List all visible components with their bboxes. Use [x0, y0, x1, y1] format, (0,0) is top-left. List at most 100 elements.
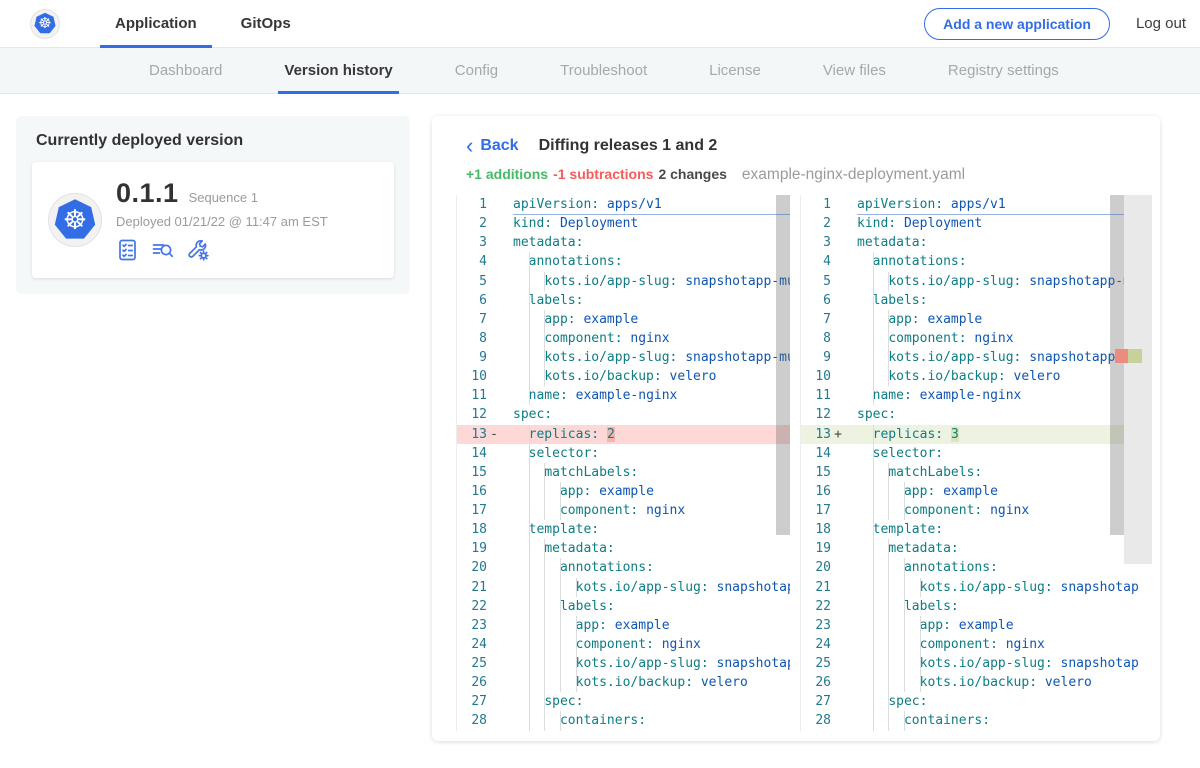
logout-button[interactable]: Log out — [1136, 15, 1186, 32]
code-line: 15 matchLabels: — [801, 463, 1152, 482]
add-application-button[interactable]: Add a new application — [924, 8, 1110, 40]
code-line: 24 component: nginx — [801, 635, 1152, 654]
code-text: metadata: — [501, 539, 790, 558]
diff-pane-left[interactable]: 1apiVersion: apps/v12kind: Deployment3me… — [456, 195, 790, 731]
diff-sign: - — [487, 425, 501, 444]
line-number: 25 — [457, 654, 487, 673]
diff-sign — [487, 501, 501, 520]
code-text: kots.io/backup: velero — [845, 673, 1152, 692]
tab-dashboard[interactable]: Dashboard — [143, 48, 228, 94]
line-number: 13 — [801, 425, 831, 444]
ruler-addition-mark — [1128, 349, 1142, 363]
code-line: 14 selector: — [457, 444, 790, 463]
diff-sign — [487, 578, 501, 597]
code-line: 25 kots.io/app-slug: snapshotap — [801, 654, 1152, 673]
preflight-checklist-icon[interactable] — [116, 238, 140, 262]
line-number: 5 — [457, 272, 487, 291]
configure-wrench-icon[interactable] — [186, 238, 210, 262]
diff-panes: 1apiVersion: apps/v12kind: Deployment3me… — [456, 195, 1152, 731]
diff-sign — [831, 558, 845, 577]
code-text: kots.io/app-slug: snapshotap — [501, 654, 790, 673]
diff-sign — [831, 616, 845, 635]
line-number: 2 — [457, 214, 487, 233]
code-text: annotations: — [845, 252, 1152, 271]
kubernetes-logo[interactable]: ☸ — [30, 9, 60, 39]
tab-license[interactable]: License — [703, 48, 767, 94]
diff-sign — [487, 616, 501, 635]
code-line: 4 annotations: — [457, 252, 790, 271]
code-text: selector: — [501, 444, 790, 463]
diff-sign — [831, 463, 845, 482]
code-text: kots.io/app-slug: snapshotap — [501, 578, 790, 597]
line-number: 1 — [801, 195, 831, 214]
tab-view-files[interactable]: View files — [817, 48, 892, 94]
tab-gitops[interactable]: GitOps — [226, 0, 306, 48]
diff-filename: example-nginx-deployment.yaml — [742, 166, 965, 184]
tab-troubleshoot[interactable]: Troubleshoot — [554, 48, 653, 94]
diff-sign — [487, 214, 501, 233]
code-text: app: example — [501, 310, 790, 329]
version-actions — [116, 238, 328, 262]
diff-sign — [487, 482, 501, 501]
diff-sign — [487, 195, 501, 214]
line-number: 3 — [801, 233, 831, 252]
line-number: 8 — [457, 329, 487, 348]
tab-config[interactable]: Config — [449, 48, 504, 94]
diff-sign — [487, 635, 501, 654]
deploy-logs-icon[interactable] — [150, 238, 176, 262]
line-number: 6 — [457, 291, 487, 310]
code-text: name: example-nginx — [845, 386, 1152, 405]
diff-card: ‹ Back Diffing releases 1 and 2 +1 addit… — [432, 116, 1160, 741]
code-line: 6 labels: — [457, 291, 790, 310]
line-number: 24 — [801, 635, 831, 654]
code-line: 15 matchLabels: — [457, 463, 790, 482]
code-text: spec: — [845, 405, 1152, 424]
code-text: metadata: — [845, 539, 1152, 558]
back-button[interactable]: ‹ Back — [466, 137, 519, 155]
scrollbar-thumb[interactable] — [776, 195, 790, 535]
code-line: 7 app: example — [801, 310, 1152, 329]
code-line: 8 component: nginx — [801, 329, 1152, 348]
code-line: 25 kots.io/app-slug: snapshotap — [457, 654, 790, 673]
code-line: 9 kots.io/app-slug: snapshotapp-mu — [801, 348, 1152, 367]
scrollbar-thumb[interactable] — [1110, 195, 1124, 535]
deployed-timestamp: Deployed 01/21/22 @ 11:47 am EST — [116, 214, 328, 229]
diff-sign — [831, 252, 845, 271]
diff-pane-right[interactable]: 1apiVersion: apps/v12kind: Deployment3me… — [800, 195, 1152, 731]
diff-sign — [831, 635, 845, 654]
line-number: 16 — [457, 482, 487, 501]
code-line: 26 kots.io/backup: velero — [801, 673, 1152, 692]
line-number: 10 — [801, 367, 831, 386]
top-navbar: ☸ Application GitOps Add a new applicati… — [0, 0, 1200, 48]
tab-application[interactable]: Application — [100, 0, 212, 48]
code-line: 3metadata: — [801, 233, 1152, 252]
tab-version-history[interactable]: Version history — [278, 48, 398, 94]
code-line: 23 app: example — [457, 616, 790, 635]
code-text: labels: — [845, 291, 1152, 310]
line-number: 1 — [457, 195, 487, 214]
overview-ruler — [1124, 195, 1152, 564]
code-text: labels: — [501, 291, 790, 310]
line-number: 25 — [801, 654, 831, 673]
line-number: 4 — [801, 252, 831, 271]
diff-sign — [831, 578, 845, 597]
line-number: 24 — [457, 635, 487, 654]
code-line: 5 kots.io/app-slug: snapshotapp-mu — [801, 272, 1152, 291]
diff-sign — [487, 673, 501, 692]
code-text: kind: Deployment — [501, 214, 790, 233]
app-logo: ☸ — [48, 193, 102, 247]
line-number: 15 — [801, 463, 831, 482]
sequence-label: Sequence 1 — [189, 190, 258, 205]
code-text: spec: — [501, 692, 790, 711]
tab-registry-settings[interactable]: Registry settings — [942, 48, 1065, 94]
line-number: 12 — [801, 405, 831, 424]
code-text: containers: — [845, 711, 1152, 730]
diff-sign — [831, 711, 845, 730]
line-number: 23 — [801, 616, 831, 635]
code-text: replicas: 3 — [845, 425, 1152, 444]
code-text: app: example — [501, 482, 790, 501]
line-number: 18 — [457, 520, 487, 539]
diff-sign — [831, 654, 845, 673]
code-text: apiVersion: apps/v1 — [501, 195, 790, 214]
code-line: 7 app: example — [457, 310, 790, 329]
